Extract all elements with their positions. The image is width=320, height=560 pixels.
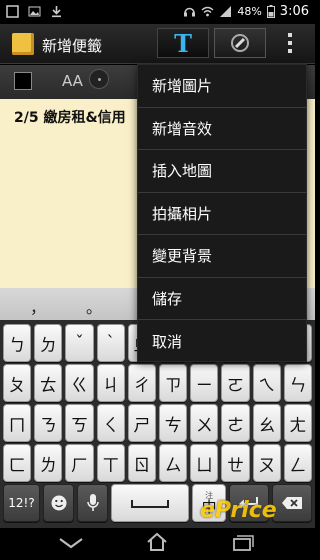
key[interactable]: ㄋ: [34, 404, 63, 442]
key[interactable]: ㄟ: [252, 364, 281, 402]
key[interactable]: ㄑ: [96, 404, 125, 442]
back-chevron-icon[interactable]: [58, 536, 84, 550]
eraser-icon: [231, 34, 249, 52]
key[interactable]: ㄨ: [190, 404, 219, 442]
home-icon[interactable]: [146, 532, 168, 552]
signal-icon: [220, 6, 232, 17]
key[interactable]: ˋ: [96, 324, 125, 362]
key[interactable]: ㄙ: [159, 444, 188, 482]
key[interactable]: ㄣ: [283, 364, 313, 402]
voice-input-key[interactable]: [77, 484, 109, 522]
backspace-key[interactable]: [272, 484, 312, 522]
key[interactable]: ㄜ: [221, 404, 250, 442]
key[interactable]: ㄅ: [3, 324, 32, 362]
key[interactable]: ㄧ: [190, 364, 219, 402]
draw-tool-button[interactable]: [214, 28, 266, 58]
font-size-button[interactable]: AA: [62, 72, 83, 90]
screen: 48% 3:06 新增便籤 T AA 2/5 繳房租&信用 ， 。 ㄅ ㄉ ˇ …: [0, 0, 315, 560]
battery-percentage: 48%: [237, 5, 262, 18]
battery-icon: [266, 5, 275, 18]
key[interactable]: ㄝ: [221, 444, 250, 482]
space-key[interactable]: [111, 484, 190, 522]
overflow-menu-button[interactable]: [282, 30, 298, 56]
menu-item-take-photo[interactable]: 拍攝相片: [138, 193, 306, 235]
key[interactable]: ㄎ: [65, 404, 94, 442]
wifi-icon: [201, 6, 214, 17]
backspace-icon: [282, 497, 303, 509]
key[interactable]: ㄕ: [127, 404, 157, 442]
page-title: 新增便籤: [42, 37, 103, 55]
menu-item-save[interactable]: 儲存: [138, 278, 306, 320]
key[interactable]: ㄠ: [252, 404, 281, 442]
recent-apps-icon[interactable]: [232, 534, 254, 552]
key[interactable]: ㄈ: [3, 444, 32, 482]
key[interactable]: ㄒ: [96, 444, 125, 482]
text-color-button[interactable]: [14, 72, 32, 90]
symbols-key[interactable]: 12!?: [3, 484, 40, 522]
navigation-bar: [0, 528, 315, 560]
menu-item-add-audio[interactable]: 新增音效: [138, 108, 306, 150]
key[interactable]: ㄗ: [159, 364, 188, 402]
key-row-4: ㄈ ㄌ ㄏ ㄒ ㄖ ㄙ ㄩ ㄝ ㄡ ㄥ: [3, 444, 313, 482]
key[interactable]: ㄖ: [127, 444, 157, 482]
key[interactable]: ㄔ: [127, 364, 157, 402]
clock: 3:06: [279, 4, 309, 19]
menu-item-add-image[interactable]: 新增圖片: [138, 65, 306, 108]
key-row-3: ㄇ ㄋ ㄎ ㄑ ㄕ ㄘ ㄨ ㄜ ㄠ ㄤ: [3, 404, 313, 442]
candidate-comma[interactable]: ，: [30, 294, 46, 318]
microphone-icon: [86, 494, 99, 511]
key[interactable]: ㄘ: [159, 404, 188, 442]
menu-item-insert-map[interactable]: 插入地圖: [138, 150, 306, 193]
emoji-key[interactable]: [42, 484, 75, 522]
key[interactable]: ㄥ: [283, 444, 313, 482]
key[interactable]: ㄇ: [3, 404, 32, 442]
key[interactable]: ㄌ: [34, 444, 63, 482]
image-notification-icon: [28, 6, 41, 17]
style-button[interactable]: [89, 69, 109, 89]
key[interactable]: ㄡ: [252, 444, 281, 482]
notification-square-icon: [6, 5, 19, 18]
key[interactable]: ㄊ: [34, 364, 63, 402]
key[interactable]: ˇ: [65, 324, 94, 362]
watermark: ePrice: [200, 498, 277, 523]
note-text[interactable]: 2/5 繳房租&信用: [14, 107, 126, 127]
space-bar-icon: [131, 500, 170, 508]
key[interactable]: ㄤ: [283, 404, 313, 442]
text-tool-button[interactable]: T: [157, 28, 209, 58]
headset-icon: [184, 7, 196, 17]
menu-item-cancel[interactable]: 取消: [138, 320, 306, 363]
key[interactable]: ㄏ: [65, 444, 94, 482]
download-icon: [52, 6, 61, 18]
key[interactable]: ㄆ: [3, 364, 32, 402]
menu-item-change-background[interactable]: 變更背景: [138, 235, 306, 278]
notes-app-icon[interactable]: [12, 33, 34, 55]
key[interactable]: ㄩ: [190, 444, 219, 482]
overflow-menu: 新增圖片 新增音效 插入地圖 拍攝相片 變更背景 儲存 取消: [137, 64, 307, 362]
key[interactable]: ㄐ: [96, 364, 125, 402]
candidate-period[interactable]: 。: [86, 294, 102, 318]
key[interactable]: ㄛ: [221, 364, 250, 402]
key-row-2: ㄆ ㄊ ㄍ ㄐ ㄔ ㄗ ㄧ ㄛ ㄟ ㄣ: [3, 364, 313, 402]
key[interactable]: ㄉ: [34, 324, 63, 362]
status-bar: 48% 3:06: [0, 0, 315, 24]
key[interactable]: ㄍ: [65, 364, 94, 402]
smiley-icon: [51, 495, 67, 511]
